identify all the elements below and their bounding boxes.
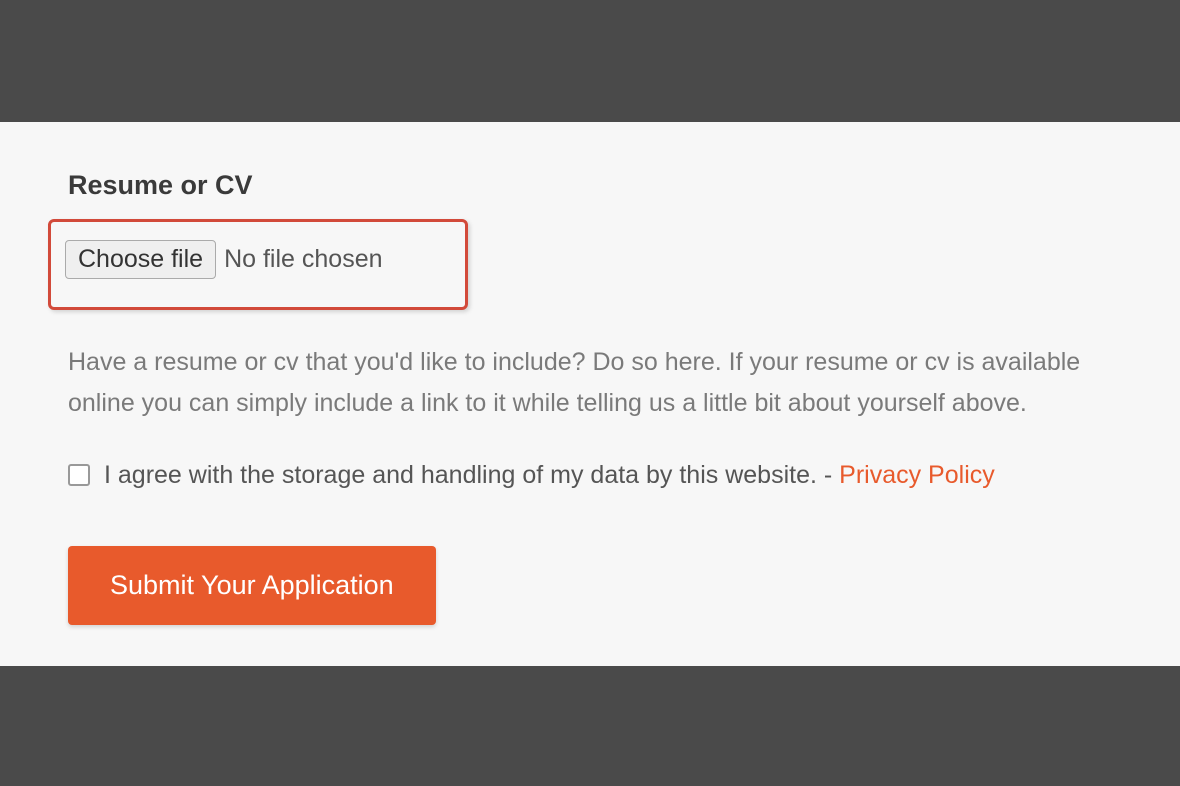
file-input-container: Choose file No file chosen	[48, 219, 468, 310]
application-form-modal: Resume or CV Choose file No file chosen …	[0, 122, 1180, 666]
resume-help-text: Have a resume or cv that you'd like to i…	[68, 342, 1108, 425]
file-chosen-status: No file chosen	[224, 245, 382, 274]
consent-checkbox[interactable]	[68, 464, 90, 486]
consent-text: I agree with the storage and handling of…	[104, 461, 995, 490]
choose-file-button[interactable]: Choose file	[65, 240, 216, 279]
privacy-policy-link[interactable]: Privacy Policy	[839, 461, 995, 489]
consent-row: I agree with the storage and handling of…	[68, 461, 1112, 490]
consent-label: I agree with the storage and handling of…	[104, 461, 839, 489]
submit-application-button[interactable]: Submit Your Application	[68, 546, 436, 625]
resume-section-title: Resume or CV	[68, 170, 1112, 201]
